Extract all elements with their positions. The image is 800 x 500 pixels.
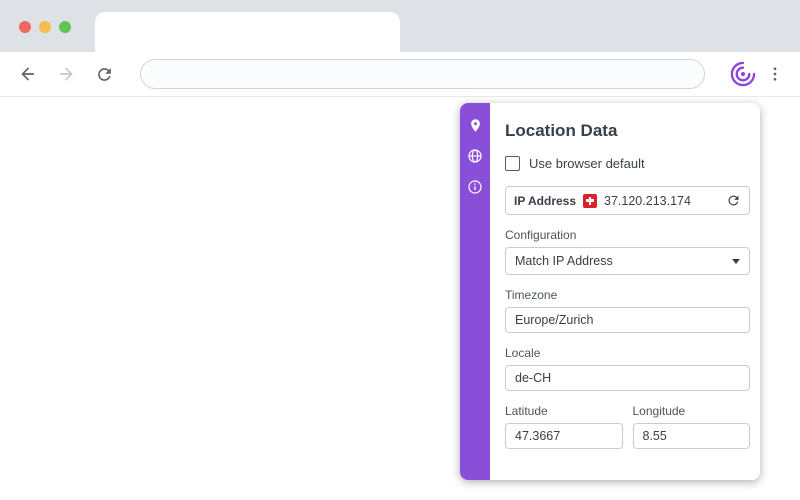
info-icon[interactable] — [466, 178, 484, 196]
longitude-label: Longitude — [632, 404, 686, 418]
reload-icon[interactable] — [94, 64, 114, 84]
timezone-label: Timezone — [505, 288, 558, 302]
address-bar[interactable] — [140, 59, 705, 89]
locale-label: Locale — [505, 346, 541, 360]
panel-content: Location Data Use browser default IP Add… — [490, 103, 760, 480]
extension-logo-icon[interactable] — [729, 60, 757, 88]
location-pin-icon[interactable] — [466, 116, 484, 134]
use-browser-default-label: Use browser default — [529, 156, 645, 171]
timezone-input[interactable] — [505, 307, 750, 333]
browser-toolbar — [0, 52, 800, 97]
longitude-field: Longitude — [632, 404, 750, 449]
locale-input[interactable] — [505, 365, 750, 391]
panel-sidebar — [460, 103, 490, 480]
configuration-select[interactable]: Match IP Address — [505, 247, 750, 275]
ip-address-row: IP Address 37.120.213.174 — [505, 186, 750, 215]
lat-long-row: Latitude Longitude — [505, 404, 750, 449]
swiss-flag-icon — [583, 193, 598, 208]
browser-tab[interactable] — [95, 12, 400, 52]
configuration-label: Configuration — [505, 228, 577, 242]
use-browser-default-checkbox[interactable] — [505, 156, 520, 171]
back-icon[interactable] — [18, 64, 38, 84]
ip-address-label: IP Address — [514, 193, 577, 208]
browser-window: Location Data Use browser default IP Add… — [0, 0, 800, 500]
browser-tab-strip — [0, 0, 800, 52]
ip-address-value: 37.120.213.174 — [604, 193, 691, 208]
chevron-down-icon — [732, 258, 740, 264]
latitude-input[interactable] — [505, 423, 623, 449]
longitude-input[interactable] — [632, 423, 750, 449]
minimize-window-button[interactable] — [39, 21, 51, 33]
maximize-window-button[interactable] — [59, 21, 71, 33]
forward-icon[interactable] — [56, 64, 76, 84]
ip-refresh-icon[interactable] — [726, 193, 741, 208]
latitude-label: Latitude — [505, 404, 548, 418]
close-window-button[interactable] — [19, 21, 31, 33]
location-data-panel: Location Data Use browser default IP Add… — [460, 103, 760, 480]
kebab-menu-icon[interactable] — [766, 64, 784, 84]
page-title: Location Data — [505, 121, 618, 140]
use-browser-default-row[interactable]: Use browser default — [505, 156, 750, 171]
page-content: Location Data Use browser default IP Add… — [0, 97, 800, 500]
globe-icon[interactable] — [466, 147, 484, 165]
latitude-field: Latitude — [505, 404, 623, 449]
configuration-selected-value: Match IP Address — [515, 254, 613, 268]
